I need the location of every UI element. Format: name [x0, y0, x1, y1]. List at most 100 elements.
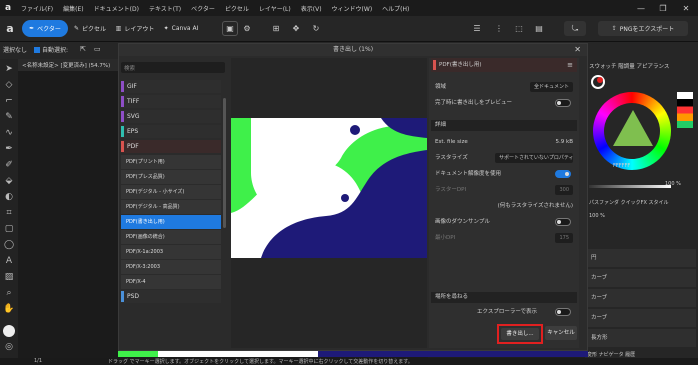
- text-tool-icon[interactable]: A: [3, 255, 15, 267]
- pdf-preset-x3[interactable]: PDF/X-3:2003: [121, 260, 221, 274]
- brush-tool-icon[interactable]: ✐: [3, 159, 15, 171]
- menu-document[interactable]: ドキュメント(D): [89, 4, 144, 13]
- format-psd[interactable]: PSD: [121, 290, 221, 303]
- fill-color-swatch[interactable]: [3, 325, 15, 337]
- move-icon[interactable]: ✥: [290, 21, 302, 36]
- pdf-preset-press[interactable]: PDF(プレス品質): [121, 170, 221, 184]
- fill-tool-icon[interactable]: ⬙: [3, 175, 15, 187]
- layer-row[interactable]: カーブ: [587, 269, 696, 287]
- settings-icon[interactable]: ⚙: [240, 21, 254, 36]
- move-tool-icon[interactable]: ➤: [3, 63, 15, 75]
- vector-brush-icon[interactable]: ∿: [3, 127, 15, 139]
- snapping-icon[interactable]: ⊞: [270, 21, 282, 36]
- crop-tool-icon[interactable]: ⌗: [3, 207, 15, 219]
- view-mode-icon[interactable]: ▣: [222, 21, 238, 36]
- minimize-button[interactable]: —: [630, 0, 652, 16]
- bottom-panel-tabs[interactable]: 変形 ナビゲータ 履歴: [587, 351, 635, 358]
- opacity-slider[interactable]: [589, 185, 671, 188]
- export-button[interactable]: 書き出し...: [501, 328, 539, 340]
- format-svg[interactable]: SVG: [121, 110, 221, 123]
- stroke-swatch-icon[interactable]: ◎: [3, 341, 15, 353]
- min-dpi-dropdown[interactable]: 175: [555, 233, 573, 243]
- layer-row[interactable]: カーブ: [587, 309, 696, 327]
- hex-value[interactable]: FFFFFF: [613, 163, 630, 169]
- node-tool-icon[interactable]: ◇: [3, 79, 15, 91]
- format-list-scrollbar[interactable]: [223, 98, 226, 228]
- cursor-icon[interactable]: ⇱: [80, 45, 86, 53]
- layer-opacity[interactable]: 100 %: [589, 213, 605, 219]
- docres-toggle[interactable]: [555, 170, 571, 178]
- layer-row[interactable]: 長方形: [587, 329, 696, 347]
- menu-help[interactable]: ヘルプ(H): [377, 4, 414, 13]
- rotate-icon[interactable]: ↻: [310, 21, 322, 36]
- explorer-toggle[interactable]: [555, 308, 571, 316]
- pdf-preset-print[interactable]: PDF(プリント用): [121, 155, 221, 169]
- canvas-strip: [118, 351, 588, 357]
- preset-menu-icon[interactable]: ≡: [567, 58, 573, 72]
- menu-window[interactable]: ウィンドウ(W): [327, 4, 378, 13]
- swatch-column[interactable]: [677, 92, 693, 128]
- format-gif[interactable]: GIF: [121, 80, 221, 93]
- pen-tool-icon[interactable]: ✒: [3, 143, 15, 155]
- color-triangle[interactable]: [613, 110, 653, 146]
- select-icon[interactable]: ⬚: [512, 21, 526, 36]
- distribute-icon[interactable]: ⋮: [492, 21, 506, 36]
- menu-vector[interactable]: ベクター: [186, 4, 220, 13]
- menu-text[interactable]: テキスト(T): [144, 4, 186, 13]
- image-tool-icon[interactable]: ▨: [3, 271, 15, 283]
- canva-ai-button[interactable]: ✦ Canva AI: [160, 20, 202, 37]
- hand-tool-icon[interactable]: ✋: [3, 303, 15, 315]
- arrange-icon[interactable]: ▤: [532, 21, 546, 36]
- pdf-preset-x4[interactable]: PDF/X-4: [121, 275, 221, 289]
- menu-view[interactable]: 表示(V): [296, 4, 327, 13]
- pdf-preset-digital-high[interactable]: PDF(デジタル - 高品質): [121, 200, 221, 214]
- filesize-row: Est. file size 5.9 kB: [435, 139, 573, 145]
- menu-pixel[interactable]: ピクセル: [220, 4, 254, 13]
- dialog-close-icon[interactable]: ✕: [574, 45, 581, 54]
- format-pdf[interactable]: PDF: [121, 140, 221, 153]
- corner-tool-icon[interactable]: ⌐: [3, 95, 15, 107]
- align-icon[interactable]: ☰: [470, 21, 484, 36]
- area-dropdown[interactable]: 全ドキュメント: [529, 82, 573, 92]
- assistant-icon[interactable]: ⤿: [564, 21, 586, 36]
- auto-select-checkbox[interactable]: [34, 47, 40, 53]
- layer-row[interactable]: 円: [587, 249, 696, 267]
- page-indicator: 1/1: [34, 358, 43, 364]
- rectangle-tool-icon[interactable]: ▢: [3, 223, 15, 235]
- export-png-button[interactable]: ⇪ PNGをエクスポート: [598, 21, 688, 36]
- pdf-preset-export-selected[interactable]: PDF(書き出し用): [121, 215, 221, 229]
- stroke-circle[interactable]: [597, 77, 603, 83]
- ellipse-tool-icon[interactable]: ◯: [3, 239, 15, 251]
- close-window-button[interactable]: ✕: [675, 0, 697, 16]
- zoom-tool-icon[interactable]: ⌕: [3, 287, 15, 299]
- document-tab[interactable]: <名称未設定> [変更済み] (54.7%): [18, 59, 118, 71]
- layout-persona-button[interactable]: ▥ レイアウト: [112, 20, 158, 37]
- location-header[interactable]: 場所を尋ねる: [431, 292, 577, 303]
- panel-tabs[interactable]: スウォッチ 階調量 アピアランス: [589, 62, 669, 70]
- transparency-tool-icon[interactable]: ◐: [3, 191, 15, 203]
- cancel-button[interactable]: キャンセル: [545, 326, 577, 340]
- pencil-tool-icon[interactable]: ✎: [3, 111, 15, 123]
- opacity-value[interactable]: 100 %: [665, 181, 681, 187]
- pdf-preset-digital-small[interactable]: PDF(デジタル - 小サイズ): [121, 185, 221, 199]
- format-tiff[interactable]: TIFF: [121, 95, 221, 108]
- pdf-preset-x1a[interactable]: PDF/X-1a:2003: [121, 245, 221, 259]
- right-studio-panel: スウォッチ 階調量 アピアランス FFFFFF 100 % パスファンダ クイッ…: [585, 59, 698, 359]
- layer-panel-tabs[interactable]: パスファンダ クイックFX スタイル: [589, 199, 668, 206]
- maximize-button[interactable]: ❐: [652, 0, 674, 16]
- preview-toggle[interactable]: [555, 99, 571, 107]
- vector-persona-button[interactable]: ✒ ベクター: [22, 20, 68, 37]
- layer-row[interactable]: カーブ: [587, 289, 696, 307]
- format-search-input[interactable]: 検索: [121, 62, 225, 73]
- downsample-toggle[interactable]: [555, 218, 571, 226]
- raster-dpi-dropdown[interactable]: 300: [555, 185, 573, 195]
- rasterize-dropdown[interactable]: サポートされていないプロパティ: [495, 153, 573, 163]
- menu-layer[interactable]: レイヤー(L): [254, 4, 296, 13]
- color-wheel[interactable]: [593, 92, 671, 170]
- pixel-persona-button[interactable]: ✎ ピクセル: [70, 20, 110, 37]
- format-eps[interactable]: EPS: [121, 125, 221, 138]
- pdf-preset-flatten[interactable]: PDF(画像の統合): [121, 230, 221, 244]
- menu-edit[interactable]: 編集(E): [58, 4, 88, 13]
- layer-select-icon[interactable]: ▭: [94, 45, 101, 53]
- menu-file[interactable]: ファイル(F): [16, 4, 58, 13]
